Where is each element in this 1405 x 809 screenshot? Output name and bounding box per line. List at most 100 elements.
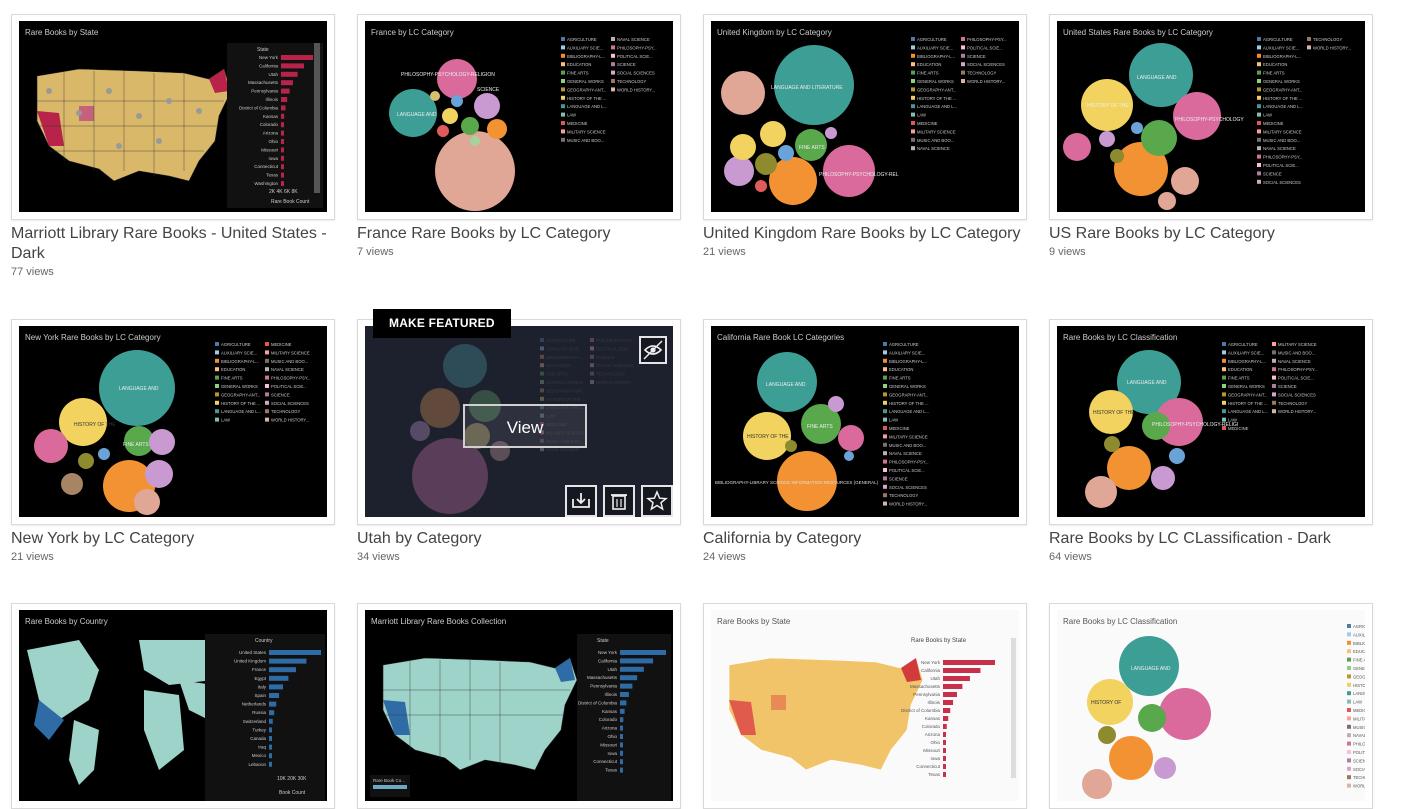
- bar: [281, 181, 284, 186]
- legend-swatch: [561, 37, 565, 41]
- thumbnail-frame[interactable]: AGRICULTUREAUXILIARY SCIE...BIBLIOGRAPHY…: [357, 309, 681, 525]
- thumbnail-frame[interactable]: Rare Books by LC Classification LANGUAGE…: [1049, 319, 1373, 525]
- bar: [281, 172, 284, 178]
- svg-text:LANGUAGE AND LITERATURE: LANGUAGE AND LITERATURE: [771, 85, 843, 91]
- card-title[interactable]: France Rare Books by LC Category: [357, 224, 687, 244]
- bar: [269, 658, 307, 664]
- svg-text:LANGUAGE AND: LANGUAGE AND: [1131, 666, 1171, 672]
- legend-swatch: [561, 95, 565, 100]
- legend-swatch: [883, 367, 887, 372]
- svg-text:PHILOSOPHY-PSYCHOLOGY-RELIGION: PHILOSOPHY-PSYCHOLOGY-RELIGION: [401, 72, 495, 78]
- bar: [269, 650, 321, 655]
- thumbnail-frame[interactable]: Marriott Library Rare Books Collection R…: [357, 603, 681, 809]
- thumbnail-frame[interactable]: California Rare Book LC Categories LANGU…: [703, 319, 1027, 525]
- legend-label: LANGUAGE AND L...: [1228, 409, 1268, 414]
- legend-swatch: [561, 104, 565, 109]
- legend-label: TECHNOLOGY: [889, 493, 919, 498]
- legend-label: LAW: [917, 113, 926, 118]
- svg-text:Book Count: Book Count: [279, 790, 306, 796]
- view-count: 34 views: [357, 551, 400, 563]
- view-count: 77 views: [11, 266, 54, 278]
- legend-swatch: [911, 70, 915, 75]
- legend-label: SCIENCE: [1353, 758, 1365, 763]
- legend-label: NAVAL SCIENCE: [271, 367, 304, 372]
- legend-swatch: [1257, 37, 1261, 41]
- legend-label: GENERAL WORKS: [889, 384, 926, 389]
- thumbnail-collection-map[interactable]: Marriott Library Rare Books Collection R…: [365, 610, 673, 801]
- bar-label: Texas: [605, 768, 618, 773]
- legend-swatch: [911, 62, 915, 67]
- legend-label: GEOGRAPHY-ANT...: [1353, 674, 1365, 679]
- thumbnail-us-bubbles[interactable]: United States Rare Books by LC Category …: [1057, 21, 1365, 212]
- thumbnail-us-dark-map[interactable]: Rare Books by State State New York Calif…: [19, 21, 327, 212]
- thumbnail-frame[interactable]: United Kingdom by LC Category LANGUAGE A…: [703, 14, 1027, 220]
- legend-label: EDUCATION: [917, 62, 941, 67]
- thumb-chart: United States Rare Books by LC Category …: [1063, 28, 1351, 210]
- legend-label: MILITARY SCIENCE: [889, 434, 928, 439]
- bar-label: Iowa: [930, 756, 940, 761]
- view-count: 9 views: [1049, 246, 1086, 258]
- card-title[interactable]: United Kingdom Rare Books by LC Category: [703, 224, 1033, 244]
- thumbnail-frame[interactable]: Rare Books by Country Country United Sta…: [11, 603, 335, 809]
- legend-swatch: [215, 400, 219, 405]
- thumbnail-frame[interactable]: New York Rare Books by LC Category LANGU…: [11, 319, 335, 525]
- card-title[interactable]: Rare Books by LC CLassification - Dark: [1049, 529, 1379, 549]
- thumbnail-frame[interactable]: United States Rare Books by LC Category …: [1049, 14, 1373, 220]
- thumbnail-california-bubbles[interactable]: California Rare Book LC Categories LANGU…: [711, 326, 1019, 517]
- legend-label: BIBLIOGRAPHY-L...: [567, 54, 605, 59]
- view-button[interactable]: View: [463, 404, 587, 448]
- bar-label: United States: [239, 650, 267, 655]
- card-title[interactable]: Utah by Category: [357, 529, 687, 549]
- thumbnail-lc-classification-dark[interactable]: Rare Books by LC Classification LANGUAGE…: [1057, 326, 1365, 517]
- legend-label: HISTORY OF THE ...: [1353, 683, 1365, 688]
- legend-swatch: [1272, 409, 1276, 414]
- thumbnail-frame[interactable]: France by LC Category PHILOSOPHY-PSYCHOL…: [357, 14, 681, 220]
- thumbnail-frame[interactable]: Rare Books by State Rare Books by State …: [703, 603, 1027, 809]
- legend-swatch: [1347, 632, 1351, 637]
- legend-label: SOCIAL SCIENCES: [1353, 767, 1365, 772]
- bar-label: Colorado: [599, 717, 618, 722]
- card-title[interactable]: California by Category: [703, 529, 1033, 549]
- bar: [269, 753, 272, 759]
- thumbnail-frame[interactable]: Rare Books by LC Classification LANGUAGE…: [1049, 603, 1373, 809]
- thumbnail-frame[interactable]: Rare Books by State State New York Calif…: [11, 14, 335, 220]
- legend-label: TECHNOLOGY: [1313, 37, 1343, 42]
- thumbnail-country-map[interactable]: Rare Books by Country Country United Sta…: [19, 610, 327, 801]
- legend-swatch: [561, 112, 565, 117]
- legend-label: LAW: [221, 418, 230, 423]
- delete-icon[interactable]: [603, 485, 635, 517]
- download-icon[interactable]: [565, 485, 597, 517]
- legend-swatch: [1272, 358, 1276, 363]
- make-featured-button[interactable]: MAKE FEATURED: [373, 309, 511, 338]
- card-title[interactable]: New York by LC Category: [11, 529, 341, 549]
- bar-label: Iraq: [258, 745, 266, 750]
- legend-label: GEOGRAPHY-ANT...: [1263, 87, 1302, 92]
- card-title[interactable]: US Rare Books by LC Category: [1049, 224, 1379, 244]
- legend-swatch: [1222, 350, 1226, 355]
- legend-label: MEDICINE: [1263, 121, 1284, 126]
- legend-label: TECHNOLOGY: [1278, 401, 1308, 406]
- legend-swatch: [911, 121, 915, 125]
- bar: [281, 55, 313, 60]
- thumbnail-utah-bubbles[interactable]: AGRICULTUREAUXILIARY SCIE...BIBLIOGRAPHY…: [365, 326, 673, 517]
- bar-label: Arizona: [925, 732, 941, 737]
- card-title[interactable]: Marriott Library Rare Books - United Sta…: [11, 224, 341, 264]
- bar-label: Egypt: [254, 676, 266, 681]
- thumb-title: United Kingdom by LC Category: [717, 28, 832, 37]
- thumbnail-lc-classification-light[interactable]: Rare Books by LC Classification LANGUAGE…: [1057, 610, 1365, 801]
- bar-label: Colorado: [260, 122, 279, 127]
- thumbnail-uk-bubbles[interactable]: United Kingdom by LC Category LANGUAGE A…: [711, 21, 1019, 212]
- legend-label: SCIENCE: [617, 62, 636, 67]
- legend-swatch: [265, 358, 269, 363]
- scrollbar[interactable]: [314, 43, 320, 193]
- hide-eye-icon[interactable]: [639, 336, 667, 364]
- legend-label: EDUCATION: [221, 367, 245, 372]
- thumbnail-state-map-light[interactable]: Rare Books by State Rare Books by State …: [711, 610, 1019, 801]
- legend-label: SOCIAL SCIENCES: [617, 71, 655, 76]
- legend-swatch: [215, 342, 219, 346]
- bar: [620, 742, 623, 748]
- thumbnail-france-bubbles[interactable]: France by LC Category PHILOSOPHY-PSYCHOL…: [365, 21, 673, 212]
- star-icon[interactable]: [641, 485, 673, 517]
- bar: [943, 668, 981, 673]
- thumbnail-newyork-bubbles[interactable]: New York Rare Books by LC Category LANGU…: [19, 326, 327, 517]
